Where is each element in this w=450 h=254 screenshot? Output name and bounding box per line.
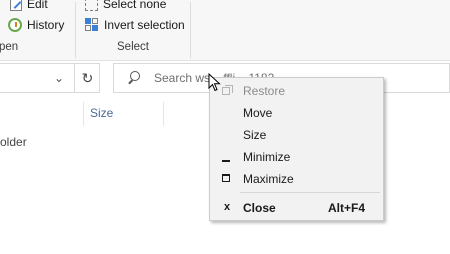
edit-icon [10,0,22,11]
select-none-icon [85,0,98,11]
mouse-cursor-icon [208,73,221,92]
ribbon: Edit History pen Select none Invert sele… [0,0,450,61]
select-none-label: Select none [103,0,167,11]
file-explorer-window: Edit History pen Select none Invert sele… [0,0,450,254]
menu-item-label: Maximize [243,172,294,186]
column-header-size[interactable]: Size [90,106,113,120]
history-icon [8,18,22,32]
refresh-button[interactable]: ↻ [74,63,100,93]
search-icon [127,71,141,85]
menu-item-move[interactable]: Move [210,102,383,124]
open-group-label: pen [0,41,19,53]
column-divider[interactable] [83,102,84,126]
menu-item-close[interactable]: x Close Alt+F4 [210,197,383,219]
window-system-menu: Restore Move Size Minimize Maximize x Cl… [209,77,384,221]
refresh-icon: ↻ [81,69,94,86]
close-icon: x [223,201,231,213]
select-group-label: Select [117,41,149,53]
history-label: History [27,18,65,32]
invert-selection-label: Invert selection [104,18,185,32]
ribbon-group-divider [75,2,76,58]
invert-selection-button[interactable]: Invert selection [85,17,185,33]
menu-item-minimize[interactable]: Minimize [210,146,383,168]
menu-item-size[interactable]: Size [210,124,383,146]
menu-item-label: Move [243,106,273,120]
column-divider[interactable] [163,102,164,126]
maximize-icon [222,174,230,182]
menu-item-maximize[interactable]: Maximize [210,168,383,190]
edit-button[interactable]: Edit [10,0,48,12]
select-none-button[interactable]: Select none [85,0,166,12]
restore-icon [222,85,233,95]
edit-label: Edit [27,0,48,11]
chevron-down-icon[interactable]: ⌄ [54,71,64,85]
menu-item-label: Size [243,128,267,142]
menu-separator [240,192,380,193]
minimize-icon [222,160,230,162]
menu-item-label: Close [243,201,276,215]
ribbon-group-divider [190,2,191,58]
menu-item-label: Restore [243,84,286,98]
history-button[interactable]: History [8,17,64,33]
menu-item-label: Minimize [243,150,291,164]
list-item-type[interactable]: older [0,135,27,149]
menu-item-accelerator: Alt+F4 [328,201,366,215]
invert-selection-icon [85,18,99,32]
menu-item-restore[interactable]: Restore [210,80,383,102]
